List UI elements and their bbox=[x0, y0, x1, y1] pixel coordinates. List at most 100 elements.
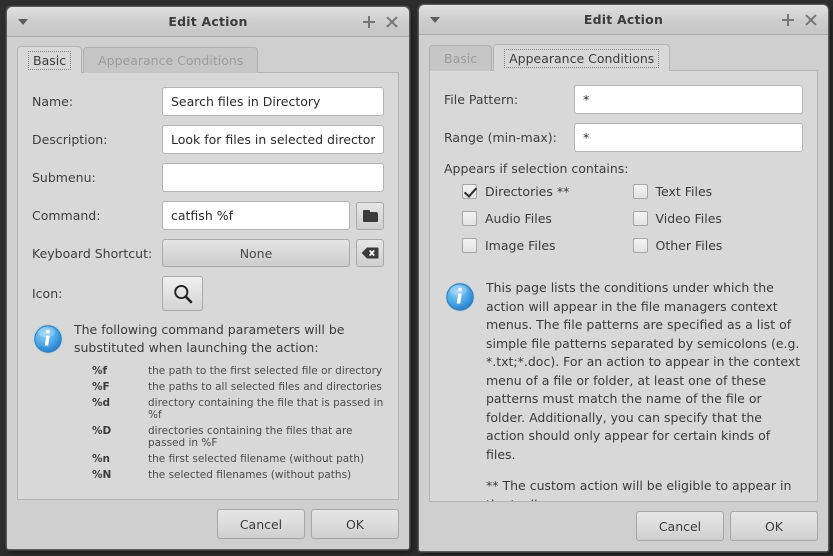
range-input[interactable] bbox=[574, 123, 803, 152]
cancel-button[interactable]: Cancel bbox=[217, 509, 305, 539]
menu-arrow-icon[interactable] bbox=[18, 18, 28, 25]
checkbox-other-files[interactable]: Other Files bbox=[632, 238, 804, 253]
table-row: %n the first selected filename (without … bbox=[74, 451, 384, 467]
param-desc: the paths to all selected files and dire… bbox=[148, 380, 382, 393]
tab-appearance-conditions[interactable]: Appearance Conditions bbox=[83, 47, 259, 73]
tabpage-basic: Name: Description: Submenu: Command: bbox=[17, 72, 399, 500]
info-icon-glyph bbox=[33, 324, 63, 354]
checkbox-box-icon bbox=[462, 184, 477, 199]
menu-arrow-icon[interactable] bbox=[430, 16, 440, 23]
checkbox-label: Video Files bbox=[655, 211, 722, 226]
param-desc: the path to the first selected file or d… bbox=[148, 364, 383, 377]
selection-contains-label: Appears if selection contains: bbox=[444, 161, 629, 176]
tabstrip-left: Basic Appearance Conditions bbox=[17, 46, 399, 73]
tab-basic-label: Basic bbox=[444, 51, 478, 66]
row-file-pattern: File Pattern: bbox=[444, 85, 803, 114]
param-key: %F bbox=[92, 380, 110, 393]
checkbox-video-files[interactable]: Video Files bbox=[632, 211, 804, 226]
ok-button[interactable]: OK bbox=[311, 509, 399, 539]
ok-button[interactable]: OK bbox=[730, 511, 818, 541]
keyboard-shortcut-label: Keyboard Shortcut: bbox=[32, 245, 153, 261]
icon-label: Icon: bbox=[32, 286, 63, 301]
edit-action-window-basic: Edit Action Basic Appearance Conditions … bbox=[6, 6, 410, 550]
tabstrip-right: Basic Appearance Conditions bbox=[429, 44, 818, 71]
name-input[interactable] bbox=[162, 87, 384, 116]
table-row: %f the path to the first selected file o… bbox=[74, 363, 384, 379]
keyboard-shortcut-button[interactable]: None bbox=[162, 239, 350, 267]
backspace-clear-glyph bbox=[361, 247, 379, 259]
checkbox-directories[interactable]: Directories ** bbox=[462, 184, 633, 199]
row-keyboard-shortcut: Keyboard Shortcut: None bbox=[32, 239, 384, 267]
table-row: %d directory containing the file that is… bbox=[74, 395, 384, 423]
checkbox-label: Text Files bbox=[655, 184, 713, 199]
file-pattern-label: File Pattern: bbox=[444, 92, 519, 107]
titlebar-right: Edit Action bbox=[419, 5, 828, 35]
param-key: %n bbox=[92, 452, 110, 465]
window-title: Edit Action bbox=[168, 14, 248, 29]
command-label: Command: bbox=[32, 208, 101, 223]
info-paragraph-2: ** The custom action will be eligible to… bbox=[486, 478, 792, 501]
table-row: %N the selected filenames (without paths… bbox=[74, 467, 384, 483]
close-icon[interactable] bbox=[384, 14, 400, 30]
param-key: %N bbox=[92, 468, 112, 481]
tab-appearance-conditions[interactable]: Appearance Conditions bbox=[493, 44, 671, 71]
description-label: Description: bbox=[32, 132, 108, 147]
param-key: %f bbox=[92, 364, 108, 377]
checkbox-box-icon bbox=[632, 238, 648, 253]
checkbox-box-icon bbox=[462, 238, 477, 253]
param-desc: directories containing the files that ar… bbox=[148, 424, 353, 449]
param-desc: directory containing the file that is pa… bbox=[148, 396, 384, 421]
close-icon[interactable] bbox=[803, 12, 819, 28]
info-icon bbox=[444, 281, 476, 501]
range-label: Range (min-max): bbox=[444, 130, 557, 145]
param-desc: the first selected filename (without pat… bbox=[148, 452, 365, 465]
actionbar-right: Cancel OK bbox=[419, 502, 828, 551]
info-icon-glyph bbox=[445, 282, 475, 312]
titlebar-left: Edit Action bbox=[7, 7, 409, 37]
tabpage-appearance-conditions: File Pattern: Range (min-max): Appears i… bbox=[429, 70, 818, 502]
submenu-input[interactable] bbox=[162, 163, 384, 192]
row-name: Name: bbox=[32, 87, 384, 116]
window-title: Edit Action bbox=[583, 12, 664, 27]
checkbox-label: Directories ** bbox=[485, 184, 570, 199]
param-desc: the selected filenames (without paths) bbox=[148, 468, 352, 481]
cancel-button[interactable]: Cancel bbox=[636, 511, 724, 541]
tab-basic[interactable]: Basic bbox=[429, 45, 493, 71]
table-row: %F the paths to all selected files and d… bbox=[74, 379, 384, 395]
magnifier-glyph bbox=[173, 284, 192, 303]
name-label: Name: bbox=[32, 94, 74, 109]
checkbox-box-icon bbox=[632, 211, 648, 226]
checkbox-text-files[interactable]: Text Files bbox=[632, 184, 804, 199]
backspace-clear-icon[interactable] bbox=[356, 239, 384, 267]
checkbox-image-files[interactable]: Image Files bbox=[462, 238, 633, 253]
row-command: Command: bbox=[32, 201, 384, 230]
description-input[interactable] bbox=[162, 125, 384, 154]
magnifier-icon[interactable] bbox=[162, 276, 203, 311]
tab-basic[interactable]: Basic bbox=[17, 46, 83, 73]
window-body-right: Basic Appearance Conditions File Pattern… bbox=[419, 35, 828, 502]
folder-icon[interactable] bbox=[356, 201, 384, 230]
file-kind-checkbox-grid: Directories ** Text Files Audio Files Vi… bbox=[444, 184, 803, 253]
info-block-left: The following command parameters will be… bbox=[32, 321, 384, 483]
row-icon: Icon: bbox=[32, 276, 384, 311]
plus-icon[interactable] bbox=[780, 12, 796, 28]
info-block-right: This page lists the conditions under whi… bbox=[444, 279, 803, 501]
table-row: %D directories containing the files that… bbox=[74, 423, 384, 451]
submenu-label: Submenu: bbox=[32, 170, 96, 185]
param-key: %d bbox=[92, 396, 111, 409]
row-range: Range (min-max): bbox=[444, 123, 803, 152]
checkbox-label: Audio Files bbox=[485, 211, 552, 226]
file-pattern-input[interactable] bbox=[574, 85, 803, 114]
parameter-table: %f the path to the first selected file o… bbox=[74, 363, 384, 483]
row-description: Description: bbox=[32, 125, 384, 154]
edit-action-window-appearance: Edit Action Basic Appearance Conditions … bbox=[418, 4, 829, 552]
window-body-left: Basic Appearance Conditions Name: Descri… bbox=[7, 37, 409, 500]
plus-icon[interactable] bbox=[361, 14, 377, 30]
tab-appearance-conditions-label: Appearance Conditions bbox=[504, 48, 660, 68]
command-input[interactable] bbox=[162, 201, 350, 230]
tab-appearance-conditions-label: Appearance Conditions bbox=[98, 53, 244, 68]
info-paragraph-1: This page lists the conditions under whi… bbox=[486, 280, 801, 462]
row-submenu: Submenu: bbox=[32, 163, 384, 192]
checkbox-audio-files[interactable]: Audio Files bbox=[462, 211, 633, 226]
actionbar-left: Cancel OK bbox=[7, 500, 409, 549]
